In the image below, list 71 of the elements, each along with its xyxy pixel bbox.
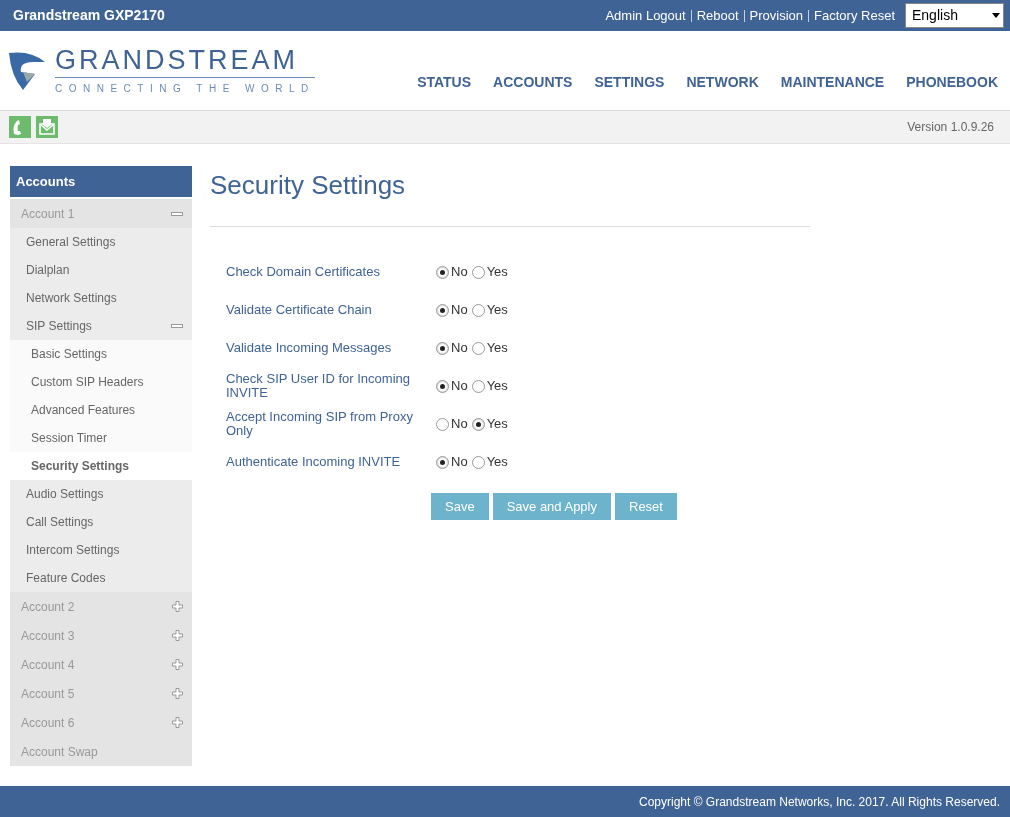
radio-option[interactable]: No [436, 414, 468, 434]
nav-tab[interactable]: STATUS [417, 72, 472, 93]
radio-button[interactable] [471, 341, 485, 355]
sidebar-header: Accounts [10, 166, 192, 199]
sidebar-item[interactable]: Session Timer [10, 424, 192, 452]
radio-option[interactable]: No [436, 452, 468, 472]
expand-icon[interactable] [172, 630, 183, 641]
setting-label: Check Domain Certificates [226, 265, 381, 279]
radio-button[interactable] [471, 417, 485, 431]
sidebar-item[interactable]: Audio Settings [10, 480, 192, 508]
radio-option[interactable]: No [436, 262, 468, 282]
sidebar-item[interactable]: Custom SIP Headers [10, 368, 192, 396]
sidebar-item[interactable]: Advanced Features [10, 396, 192, 424]
nav-tab[interactable]: MAINTENANCE [780, 72, 885, 93]
radio-option[interactable]: No [436, 300, 468, 320]
sidebar-item[interactable]: Feature Codes [10, 564, 192, 592]
setting-label: Check SIP User ID for Incoming INVITE [226, 372, 411, 400]
expand-icon[interactable] [172, 659, 183, 670]
top-link[interactable]: Factory Reset [814, 5, 895, 26]
radio-option[interactable]: Yes [471, 300, 508, 320]
logo-wordmark: GRANDSTREAM [55, 45, 315, 78]
collapse-icon[interactable] [171, 211, 183, 216]
nav-tab[interactable]: NETWORK [686, 72, 759, 93]
radio-button[interactable] [436, 379, 449, 393]
version-label: Version 1.0.9.26 [907, 119, 994, 136]
radio-button[interactable] [436, 341, 449, 355]
radio-option[interactable]: Yes [471, 414, 508, 434]
nav-tab[interactable]: SETTINGS [594, 72, 665, 93]
radio-option[interactable]: Yes [471, 338, 508, 358]
radio-button[interactable] [436, 417, 449, 431]
radio-button[interactable] [436, 265, 449, 279]
radio-option[interactable]: No [436, 376, 468, 396]
collapse-icon[interactable] [171, 324, 183, 328]
sidebar-item[interactable]: SIP Settings [10, 312, 192, 340]
top-link[interactable]: Provision [749, 5, 804, 26]
phone-icon[interactable] [9, 116, 31, 138]
expand-icon[interactable] [172, 717, 183, 728]
radio-option[interactable]: Yes [471, 262, 508, 282]
expand-icon[interactable] [172, 601, 183, 612]
sidebar-item[interactable]: Dialplan [10, 256, 192, 284]
nav-tab[interactable]: ACCOUNTS [493, 72, 573, 93]
setting-label: Authenticate Incoming INVITE [226, 455, 402, 469]
language-value: English [912, 6, 958, 25]
logo-tagline: CONNECTING THE WORLD [55, 82, 315, 96]
language-select[interactable]: English [905, 3, 1004, 28]
radio-button[interactable] [471, 455, 485, 469]
radio-option[interactable]: No [436, 338, 468, 358]
top-link[interactable]: Reboot [696, 5, 739, 26]
mail-icon[interactable] [36, 116, 58, 138]
radio-button[interactable] [436, 303, 449, 317]
sidebar-item[interactable]: General Settings [10, 228, 192, 256]
page-title: Security Settings [210, 166, 810, 227]
expand-icon[interactable] [172, 688, 183, 699]
setting-label: Validate Certificate Chain [226, 303, 373, 317]
radio-option[interactable]: Yes [471, 452, 508, 472]
footer: Copyright © Grandstream Networks, Inc. 2017. All Rights Reserved. [0, 786, 1010, 817]
radio-option[interactable]: Yes [471, 376, 508, 396]
setting-label: Accept Incoming SIP from Proxy Only [226, 410, 414, 438]
sidebar-item[interactable]: Basic Settings [10, 340, 192, 368]
nav-tab[interactable]: PHONEBOOK [906, 72, 998, 93]
top-link[interactable]: Admin Logout [605, 5, 686, 26]
radio-button[interactable] [436, 455, 449, 469]
sidebar-item[interactable]: Intercom Settings [10, 536, 192, 564]
radio-button[interactable] [471, 303, 485, 317]
caret-icon [992, 13, 1000, 18]
radio-button[interactable] [471, 265, 485, 279]
setting-label: Validate Incoming Messages [226, 341, 393, 355]
sidebar-item[interactable]: Call Settings [10, 508, 192, 536]
radio-button[interactable] [471, 379, 485, 393]
app-title: Grandstream GXP2170 [13, 6, 165, 25]
sidebar-item[interactable]: Network Settings [10, 284, 192, 312]
